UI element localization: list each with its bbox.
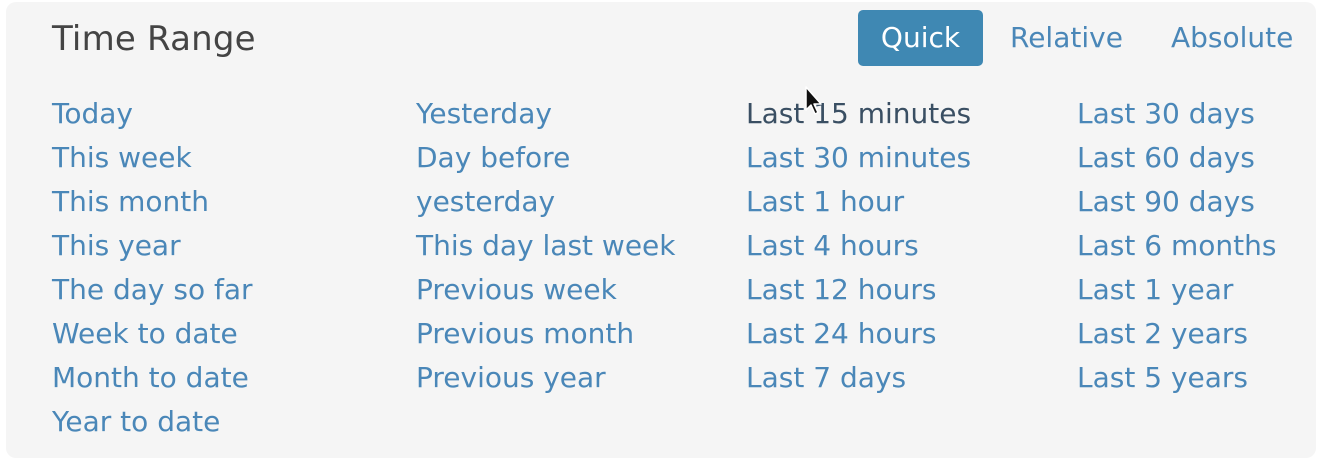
option-previous-year[interactable]: Previous year	[416, 356, 676, 400]
option-last-5-years[interactable]: Last 5 years	[1077, 356, 1276, 400]
option-this-month[interactable]: This month	[52, 180, 253, 224]
option-today[interactable]: Today	[52, 92, 253, 136]
mouse-pointer-icon	[805, 86, 822, 115]
option-last-4-hours[interactable]: Last 4 hours	[746, 224, 971, 268]
quick-column-current: Today This week This month This year The…	[52, 92, 253, 444]
option-previous-month[interactable]: Previous month	[416, 312, 676, 356]
tab-relative[interactable]: Relative	[1010, 10, 1123, 66]
option-day-before-yesterday[interactable]: Day before	[416, 136, 676, 180]
option-month-to-date[interactable]: Month to date	[52, 356, 253, 400]
option-previous-week[interactable]: Previous week	[416, 268, 676, 312]
option-last-7-days[interactable]: Last 7 days	[746, 356, 971, 400]
quick-column-recent: Last 15 minutes Last 30 minutes Last 1 h…	[746, 92, 971, 400]
option-last-2-years[interactable]: Last 2 years	[1077, 312, 1276, 356]
option-last-1-hour[interactable]: Last 1 hour	[746, 180, 971, 224]
option-this-day-last-week[interactable]: This day last week	[416, 224, 676, 268]
option-last-1-year[interactable]: Last 1 year	[1077, 268, 1276, 312]
option-week-to-date[interactable]: Week to date	[52, 312, 253, 356]
option-year-to-date[interactable]: Year to date	[52, 400, 253, 444]
quick-column-extended: Last 30 days Last 60 days Last 90 days L…	[1077, 92, 1276, 400]
option-this-week[interactable]: This week	[52, 136, 253, 180]
option-this-year[interactable]: This year	[52, 224, 253, 268]
tab-absolute[interactable]: Absolute	[1171, 10, 1293, 66]
option-day-before-yesterday-wrap[interactable]: yesterday	[416, 180, 676, 224]
option-last-15-minutes[interactable]: Last 15 minutes	[746, 92, 971, 136]
option-last-6-months[interactable]: Last 6 months	[1077, 224, 1276, 268]
option-last-30-days[interactable]: Last 30 days	[1077, 92, 1276, 136]
option-last-12-hours[interactable]: Last 12 hours	[746, 268, 971, 312]
time-range-panel: Time Range Quick Relative Absolute Today…	[6, 2, 1316, 458]
quick-column-previous: Yesterday Day before yesterday This day …	[416, 92, 676, 400]
option-last-90-days[interactable]: Last 90 days	[1077, 180, 1276, 224]
option-last-60-days[interactable]: Last 60 days	[1077, 136, 1276, 180]
option-last-24-hours[interactable]: Last 24 hours	[746, 312, 971, 356]
option-yesterday[interactable]: Yesterday	[416, 92, 676, 136]
option-the-day-so-far[interactable]: The day so far	[52, 268, 253, 312]
option-last-30-minutes[interactable]: Last 30 minutes	[746, 136, 971, 180]
panel-title: Time Range	[52, 19, 256, 59]
tab-quick[interactable]: Quick	[858, 10, 983, 66]
